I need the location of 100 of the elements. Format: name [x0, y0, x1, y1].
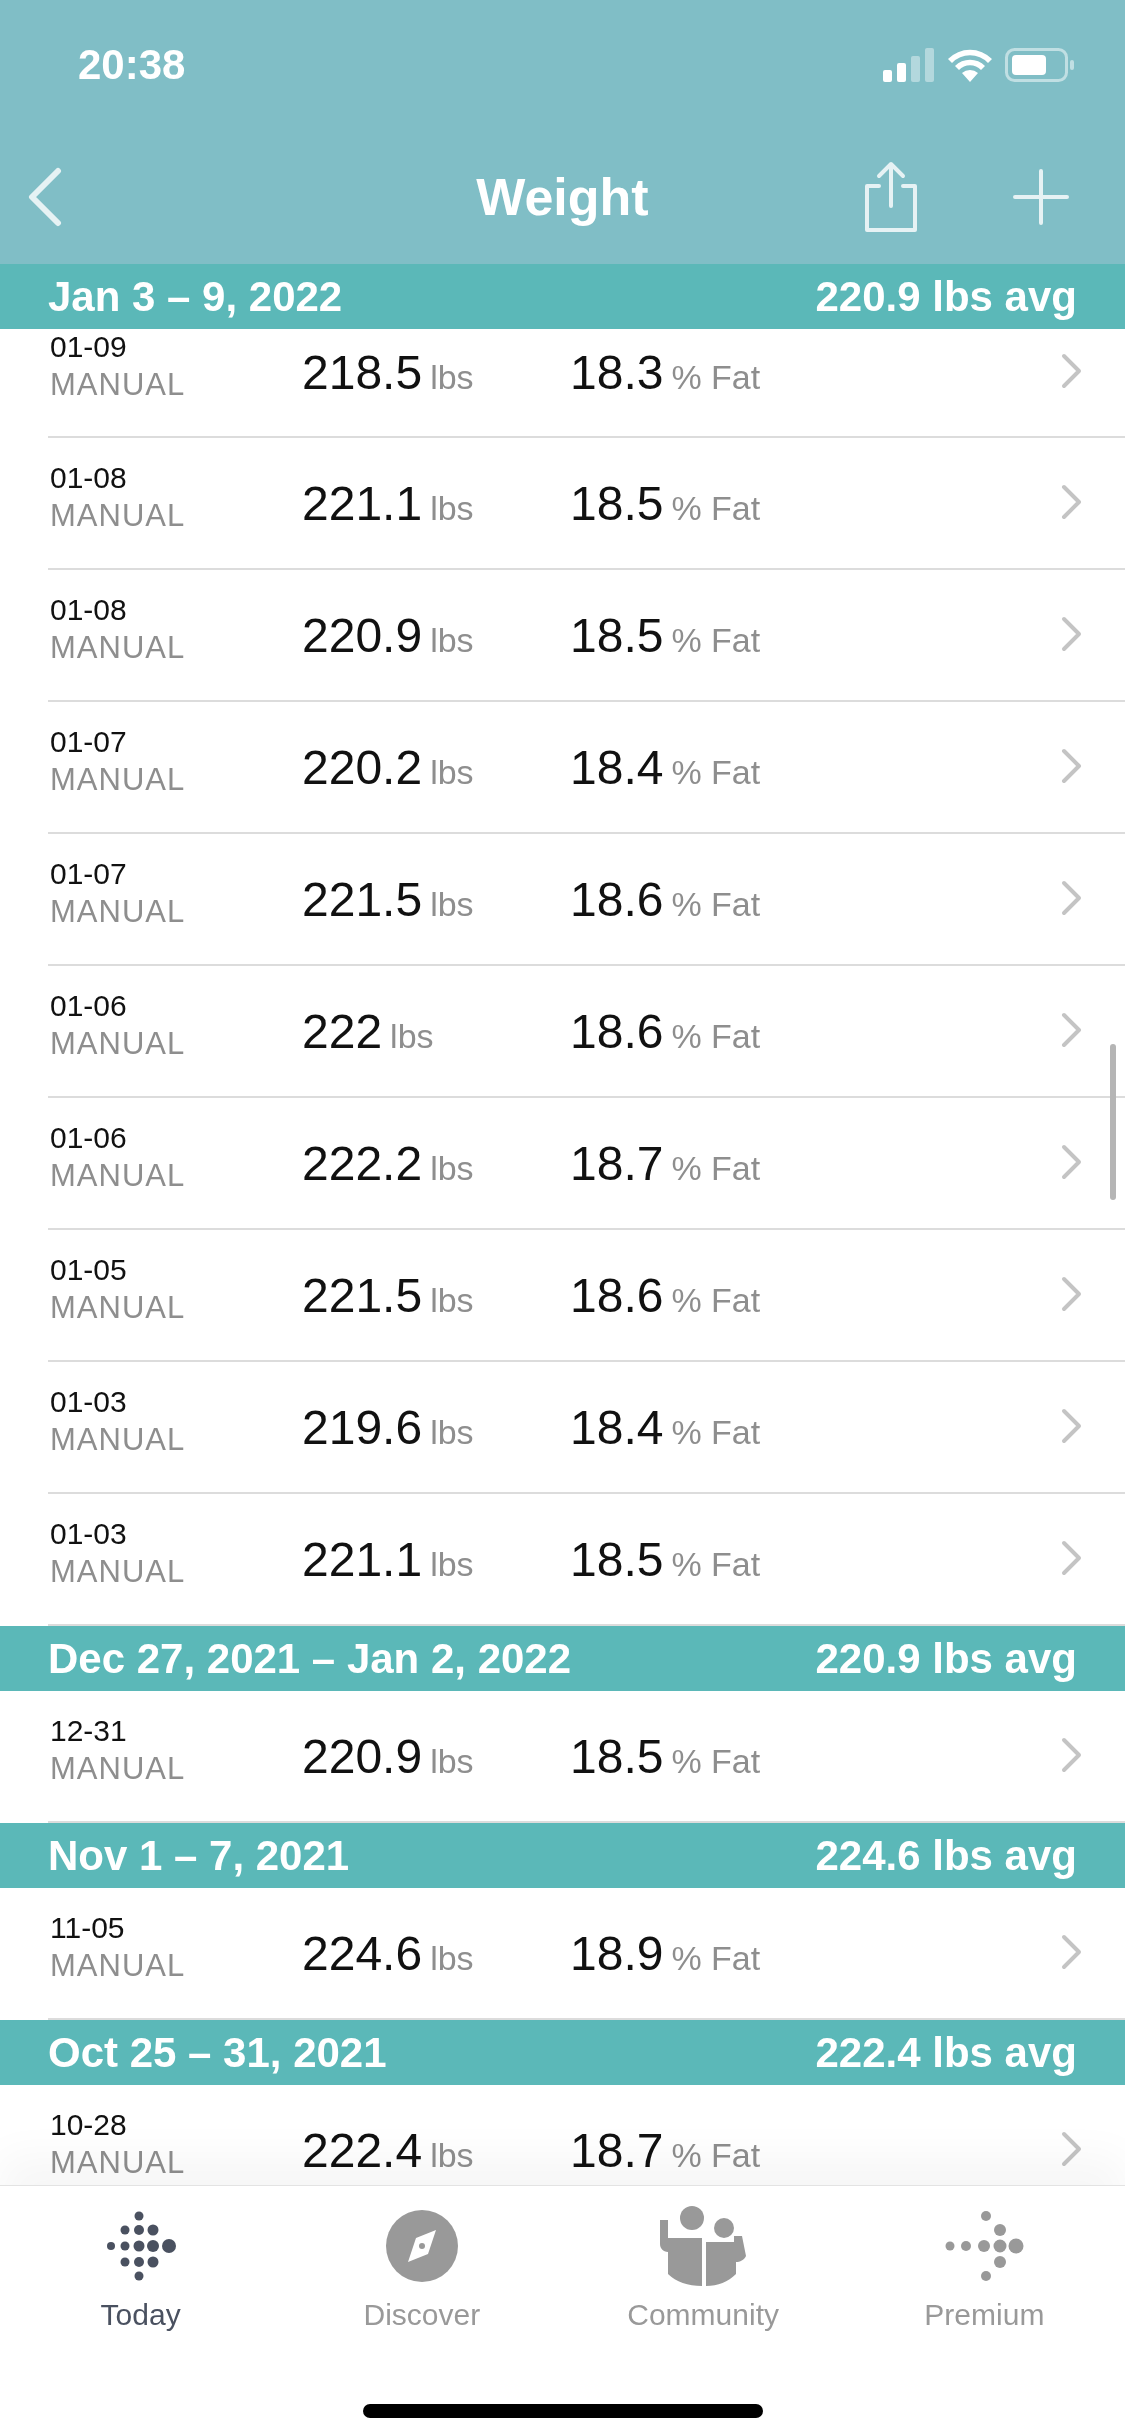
fat-unit: % Fat — [671, 1545, 761, 1584]
entry-source: MANUAL — [50, 629, 187, 667]
entry-date: 01-03 — [50, 1384, 128, 1420]
chevron-icon — [1061, 2131, 1083, 2167]
week-range: Nov 1 – 7, 2021 — [48, 1831, 350, 1880]
entry-source: MANUAL — [50, 1025, 187, 1063]
entry-date: 01-03 — [50, 1516, 128, 1552]
fat-unit: % Fat — [671, 621, 761, 660]
weight-value: 220.9 — [302, 1729, 423, 1784]
week-average: 220.9 lbs avg — [815, 1634, 1077, 1683]
week-range: Oct 25 – 31, 2021 — [48, 2028, 387, 2077]
fat-unit: % Fat — [671, 885, 761, 924]
entry-source: MANUAL — [50, 1157, 187, 1195]
fat-unit: % Fat — [671, 1017, 761, 1056]
status-time: 20:38 — [78, 41, 186, 89]
dots-arrow-icon — [944, 2210, 1025, 2282]
weight-value: 221.1 — [302, 1532, 423, 1587]
chevron-icon — [1061, 880, 1083, 916]
entry-source: MANUAL — [50, 893, 187, 931]
wifi-icon — [947, 48, 993, 82]
entry-source: MANUAL — [50, 1750, 187, 1788]
entry-source: MANUAL — [50, 1421, 187, 1459]
entry-date: 01-06 — [50, 988, 128, 1024]
signal-icon — [883, 48, 935, 82]
fat-value: 18.3 — [570, 345, 664, 400]
weight-unit: lbs — [430, 1939, 474, 1978]
fat-value: 18.6 — [570, 1004, 664, 1059]
battery-icon — [1005, 48, 1075, 82]
weight-unit: lbs — [390, 1017, 434, 1056]
weight-unit: lbs — [430, 885, 474, 924]
compass-icon — [385, 2210, 458, 2282]
fat-unit: % Fat — [671, 358, 761, 397]
entry-date: 12-31 — [50, 1713, 128, 1749]
chevron-icon — [1061, 353, 1083, 389]
weight-value: 221.5 — [302, 872, 423, 927]
chevron-icon — [1061, 1934, 1083, 1970]
entry-date: 01-08 — [50, 460, 128, 496]
add-button[interactable] — [1013, 169, 1069, 225]
entry-source: MANUAL — [50, 366, 187, 404]
fat-value: 18.6 — [570, 872, 664, 927]
chevron-icon — [1061, 616, 1083, 652]
weight-value: 219.6 — [302, 1400, 423, 1455]
week-range: Dec 27, 2021 – Jan 2, 2022 — [48, 1634, 572, 1683]
weight-unit: lbs — [430, 1545, 474, 1584]
entry-source: MANUAL — [50, 1947, 187, 1985]
entry-date: 01-07 — [50, 724, 128, 760]
fat-value: 18.5 — [570, 1729, 664, 1784]
entry-date: 01-06 — [50, 1120, 128, 1156]
entry-date: 01-09 — [50, 329, 128, 365]
entry-source: MANUAL — [50, 497, 187, 535]
week-range: Jan 3 – 9, 2022 — [48, 272, 343, 321]
fat-unit: % Fat — [671, 489, 761, 528]
people-icon — [658, 2206, 749, 2286]
fat-unit: % Fat — [671, 1149, 761, 1188]
weight-value: 221.5 — [302, 1268, 423, 1323]
entry-source: MANUAL — [50, 761, 187, 799]
chevron-icon — [1061, 1012, 1083, 1048]
weight-unit: lbs — [430, 1742, 474, 1781]
dots-logo-icon — [104, 2210, 177, 2282]
weight-value: 218.5 — [302, 345, 423, 400]
fat-value: 18.5 — [570, 608, 664, 663]
tab-bar-item[interactable]: Today — [0, 2204, 282, 2332]
entry-date: 01-05 — [50, 1252, 128, 1288]
weight-unit: lbs — [430, 621, 474, 660]
fat-unit: % Fat — [671, 1742, 761, 1781]
chevron-icon — [1061, 1540, 1083, 1576]
fat-value: 18.9 — [570, 1926, 664, 1981]
entry-date: 11-05 — [50, 1910, 126, 1946]
weight-value: 221.1 — [302, 476, 423, 531]
fat-value: 18.6 — [570, 1268, 664, 1323]
chevron-icon — [1061, 1408, 1083, 1444]
weight-unit: lbs — [430, 489, 474, 528]
weight-value: 220.2 — [302, 740, 423, 795]
fat-value: 18.7 — [570, 2123, 664, 2178]
fat-unit: % Fat — [671, 2136, 761, 2175]
weight-unit: lbs — [430, 1413, 474, 1452]
fat-value: 18.4 — [570, 740, 664, 795]
weight-value: 220.9 — [302, 608, 423, 663]
entry-date: 01-08 — [50, 592, 128, 628]
weight-unit: lbs — [430, 2136, 474, 2175]
entry-date: 01-07 — [50, 856, 128, 892]
fat-unit: % Fat — [671, 1281, 761, 1320]
fat-unit: % Fat — [671, 753, 761, 792]
fat-value: 18.5 — [570, 476, 664, 531]
weight-value: 222.4 — [302, 2123, 423, 2178]
entry-source: MANUAL — [50, 1553, 187, 1591]
fat-value: 18.7 — [570, 1136, 664, 1191]
weight-unit: lbs — [430, 1281, 474, 1320]
chevron-icon — [1061, 748, 1083, 784]
fat-value: 18.4 — [570, 1400, 664, 1455]
weight-value: 222 — [302, 1004, 383, 1059]
chevron-icon — [1061, 484, 1083, 520]
weight-value: 222.2 — [302, 1136, 423, 1191]
week-average: 224.6 lbs avg — [815, 1831, 1077, 1880]
chevron-icon — [1061, 1276, 1083, 1312]
weight-unit: lbs — [430, 1149, 474, 1188]
week-average: 222.4 lbs avg — [815, 2028, 1077, 2077]
fat-unit: % Fat — [671, 1413, 761, 1452]
entry-date: 10-28 — [50, 2107, 128, 2143]
page-title: Weight — [476, 167, 649, 227]
